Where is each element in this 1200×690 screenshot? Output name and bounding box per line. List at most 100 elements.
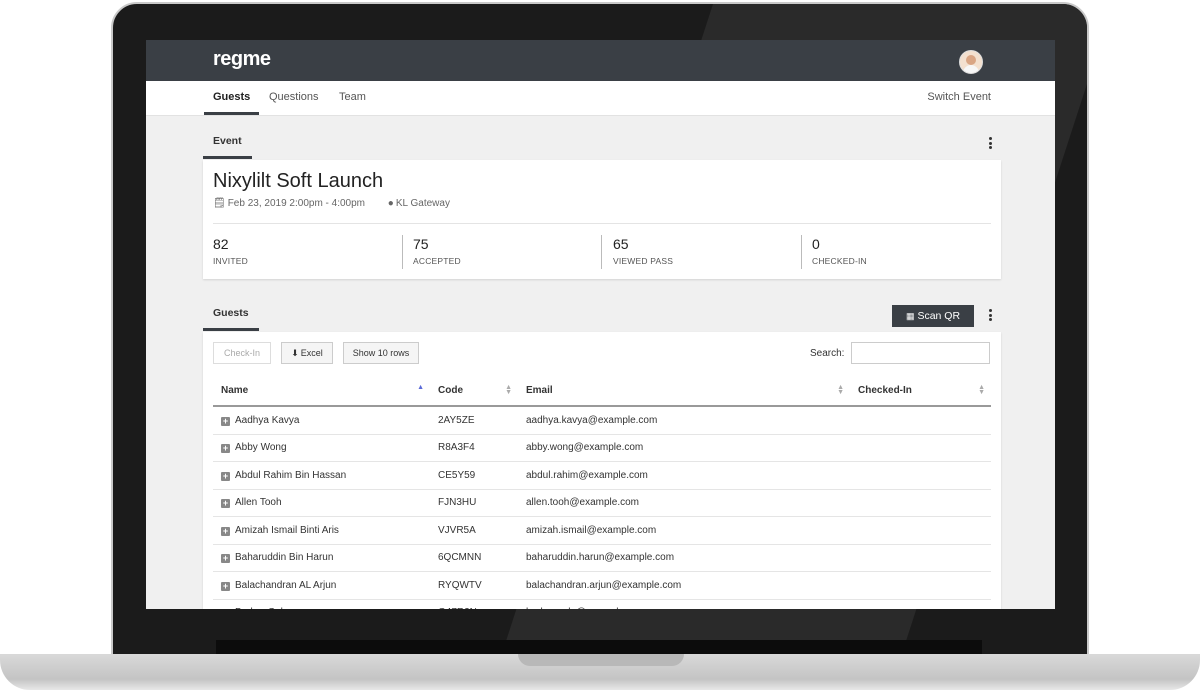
- tab-bar: Guests Questions Team Switch Event: [146, 81, 1055, 116]
- guests-card: Check-In ⬇ Excel Show 10 rows Search: Na…: [203, 332, 1001, 609]
- expand-icon[interactable]: +: [221, 581, 230, 591]
- guest-code: VJVR5A: [430, 516, 518, 545]
- table-body: + Aadhya Kavya 2AY5ZE aadhya.kavya@example.…: [213, 406, 991, 609]
- column-header-email[interactable]: Email ▲ ▼: [518, 376, 850, 407]
- column-checked-in-label: Checked-In: [858, 385, 912, 396]
- excel-button[interactable]: ⬇ Excel: [281, 342, 333, 364]
- stat-viewed-pass: 65 VIEWED PASS: [613, 236, 673, 266]
- search-input[interactable]: [851, 342, 990, 364]
- stat-accepted: 75 ACCEPTED: [413, 236, 461, 266]
- guest-name: Abdul Rahim Bin Hassan: [235, 469, 347, 481]
- stat-separator: [402, 235, 403, 269]
- expand-icon[interactable]: +: [221, 444, 230, 454]
- active-tab-indicator: [204, 112, 259, 115]
- table-row[interactable]: + Baharuddin Bin Harun 6QCMNN baharuddin.ha…: [213, 544, 991, 572]
- scan-qr-label: Scan QR: [917, 310, 961, 322]
- guest-email: amizah.ismail@example.com: [518, 516, 850, 545]
- user-avatar[interactable]: [959, 50, 983, 74]
- guest-email: abby.wong@example.com: [518, 434, 850, 462]
- guest-code: CE5Y59: [430, 461, 518, 490]
- expand-icon[interactable]: +: [221, 526, 230, 536]
- event-location-text: KL Gateway: [395, 198, 450, 209]
- guest-code: R8A3F4: [430, 434, 518, 462]
- brand-logo[interactable]: regme: [213, 48, 271, 71]
- table-row[interactable]: + Balachandran AL Arjun RYQWTV balachandran…: [213, 571, 991, 600]
- guest-name: Abby Wong: [235, 442, 287, 454]
- guests-menu-icon[interactable]: [988, 309, 992, 323]
- tab-guests[interactable]: Guests: [213, 91, 250, 103]
- guest-checked-in: [850, 516, 991, 545]
- column-header-checked-in[interactable]: Checked-In ▲ ▼: [850, 376, 991, 407]
- event-meta: 🗒 Feb 23, 2019 2:00pm - 4:00pm ● KL Gatewa…: [213, 198, 470, 209]
- avatar-body-shape: [963, 65, 979, 73]
- table-row[interactable]: + Abdul Rahim Bin Hassan CE5Y59 abdul.rahim…: [213, 461, 991, 490]
- event-datetime: 🗒 Feb 23, 2019 2:00pm - 4:00pm: [213, 198, 375, 209]
- search-label: Search:: [810, 348, 845, 359]
- stat-separator: [601, 235, 602, 269]
- sort-ascending-icon: ▲: [417, 384, 424, 391]
- table-row[interactable]: + Aadhya Kavya 2AY5ZE aadhya.kavya@example.…: [213, 406, 991, 435]
- event-section-label: Event: [213, 135, 242, 147]
- guest-name-cell: + Allen Tooh: [213, 489, 430, 517]
- guest-name-cell: + Abby Wong: [213, 434, 430, 462]
- excel-label: Excel: [300, 348, 323, 358]
- expand-icon[interactable]: +: [221, 471, 230, 481]
- guest-email: abdul.rahim@example.com: [518, 461, 850, 490]
- table-row[interactable]: + Amizah Ismail Binti Aris VJVR5A amizah.is…: [213, 516, 991, 545]
- guest-checked-in: [850, 599, 991, 609]
- event-menu-icon[interactable]: [988, 137, 992, 151]
- screen-bezel: [216, 640, 982, 654]
- tab-questions[interactable]: Questions: [269, 91, 319, 103]
- qr-grid-icon: ▦: [905, 310, 915, 321]
- guest-email: balachandran.arjun@example.com: [518, 571, 850, 600]
- expand-icon[interactable]: +: [221, 554, 230, 564]
- switch-event-link[interactable]: Switch Event: [927, 91, 991, 103]
- guest-code: FJN3HU: [430, 489, 518, 517]
- guest-email: barbra.cole@example.com: [518, 599, 850, 609]
- stat-checked-in-label: CHECKED-IN: [812, 256, 867, 266]
- guest-email: allen.tooh@example.com: [518, 489, 850, 517]
- expand-icon[interactable]: +: [221, 416, 230, 426]
- stat-invited: 82 INVITED: [213, 236, 248, 266]
- table-header-row: Name ▲ Code ▲ ▼ Email ▲ ▼ Checked-In ▲ ▼: [213, 376, 991, 407]
- table-row[interactable]: + Abby Wong R8A3F4 abby.wong@example.com: [213, 434, 991, 462]
- scan-qr-button[interactable]: ▦ Scan QR: [892, 305, 974, 327]
- table-row[interactable]: +Barbra ColeG47R2Nbarbra.cole@example.co…: [213, 599, 991, 609]
- column-header-name[interactable]: Name ▲: [213, 376, 430, 407]
- event-section-underline: [203, 156, 252, 159]
- guest-email: aadhya.kavya@example.com: [518, 406, 850, 435]
- guest-checked-in: [850, 544, 991, 572]
- app-screen: regme Guests Questions Team Switch Event…: [146, 40, 1055, 609]
- calendar-icon: 🗒: [213, 198, 226, 209]
- sort-icon: ▲ ▼: [505, 384, 512, 396]
- stat-invited-value: 82: [213, 236, 229, 252]
- guest-checked-in: [850, 489, 991, 517]
- stat-viewed-pass-label: VIEWED PASS: [613, 256, 674, 266]
- guest-code: G47R2N: [430, 599, 518, 609]
- stat-accepted-label: ACCEPTED: [413, 256, 461, 266]
- guest-checked-in: [850, 571, 991, 600]
- sort-icon: ▲ ▼: [978, 384, 985, 396]
- laptop-notch: [518, 654, 684, 666]
- tab-team[interactable]: Team: [339, 91, 366, 103]
- guest-checked-in: [850, 406, 991, 435]
- guest-code: 2AY5ZE: [430, 406, 518, 435]
- map-pin-icon: ●: [387, 198, 394, 209]
- guest-name-cell: + Abdul Rahim Bin Hassan: [213, 461, 430, 490]
- guest-name-cell: +Barbra Cole: [213, 599, 430, 609]
- event-card: Nixylilt Soft Launch 🗒 Feb 23, 2019 2:00p…: [203, 160, 1001, 279]
- stat-viewed-pass-value: 65: [613, 236, 629, 252]
- stat-accepted-value: 75: [413, 236, 429, 252]
- guest-name: Barbra Cole: [235, 607, 288, 609]
- check-in-button[interactable]: Check-In: [213, 342, 271, 364]
- table-row[interactable]: + Allen Tooh FJN3HU allen.tooh@example.com: [213, 489, 991, 517]
- guest-name: Baharuddin Bin Harun: [235, 552, 334, 564]
- column-header-code[interactable]: Code ▲ ▼: [430, 376, 518, 407]
- guest-name-cell: + Balachandran AL Arjun: [213, 571, 430, 600]
- guest-name: Balachandran AL Arjun: [235, 579, 337, 591]
- show-rows-button[interactable]: Show 10 rows: [343, 342, 419, 364]
- expand-icon[interactable]: +: [221, 499, 230, 509]
- event-title: Nixylilt Soft Launch: [213, 170, 384, 192]
- guests-section-underline: [203, 328, 259, 331]
- guest-name: Aadhya Kavya: [235, 414, 300, 426]
